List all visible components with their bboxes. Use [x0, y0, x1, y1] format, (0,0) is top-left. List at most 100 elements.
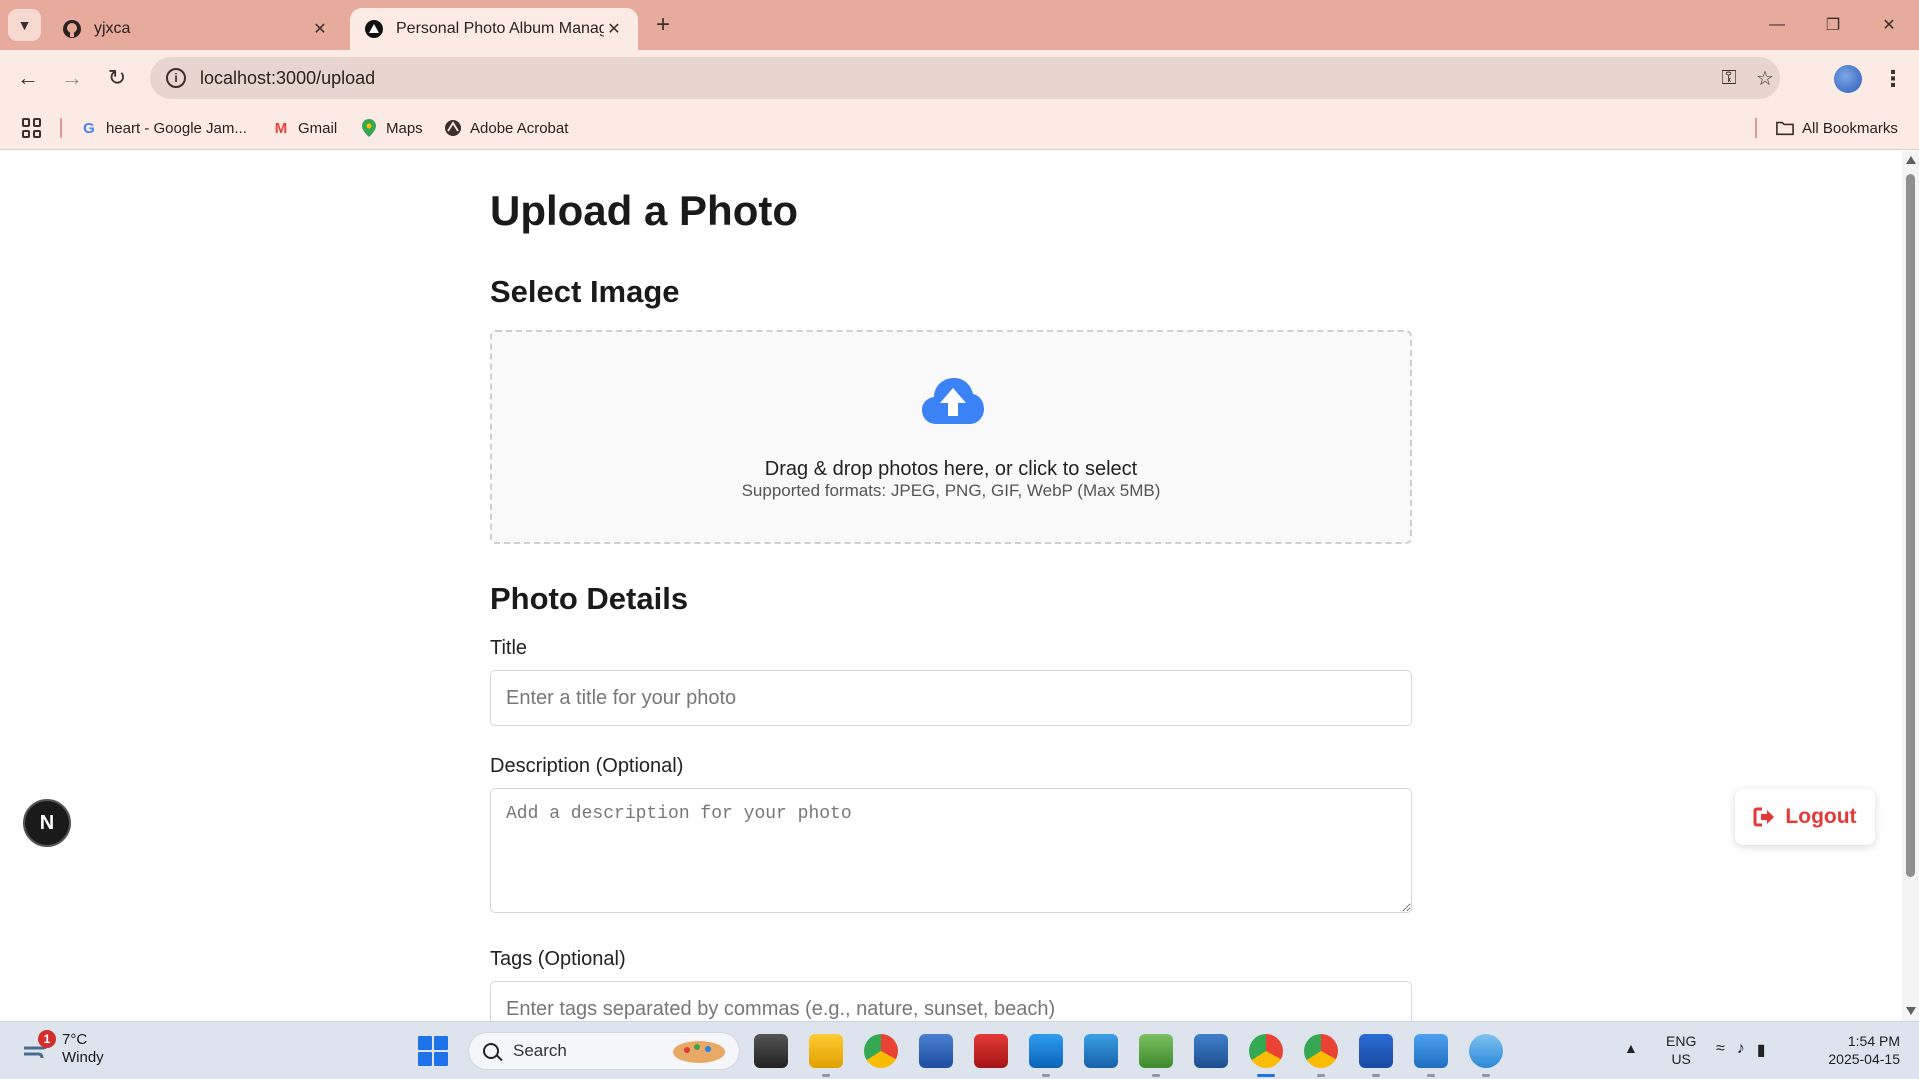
info-icon[interactable]: i — [166, 68, 186, 88]
windows-taskbar: 1 7°C Windy Search ▲ ENG US ≈ ♪ ▮ 1:54 P… — [0, 1021, 1919, 1079]
star-icon[interactable]: ☆ — [1750, 57, 1780, 99]
acrobat-app-icon[interactable] — [974, 1034, 1008, 1068]
chrome-profile-icon[interactable] — [1304, 1034, 1338, 1068]
search-icon — [483, 1043, 499, 1059]
maps-icon — [360, 119, 378, 137]
folder-icon — [1776, 119, 1794, 137]
chrome-active-icon[interactable] — [1249, 1034, 1283, 1068]
page-viewport: Upload a Photo Select Image Drag & drop … — [0, 151, 1919, 1021]
dropzone-formats: Supported formats: JPEG, PNG, GIF, WebP … — [741, 481, 1161, 500]
tab-photo-album[interactable]: Personal Photo Album Manager ✕ — [350, 8, 638, 50]
search-label: Search — [513, 1041, 567, 1060]
key-icon[interactable]: ⚿ — [1714, 57, 1744, 99]
weather-alert-badge: 1 — [38, 1030, 56, 1048]
cloud-upload-icon — [922, 378, 984, 424]
network-app-icon[interactable] — [919, 1034, 953, 1068]
tray-chevron-up-icon[interactable]: ▲ — [1624, 1040, 1638, 1056]
close-icon[interactable]: ✕ — [310, 19, 330, 39]
browser-toolbar: ← → ↻ i localhost:3000/upload ⚿ ☆ ⋮ — [0, 50, 1919, 106]
weather-temp: 7°C — [62, 1031, 88, 1048]
bookmarks-separator — [1755, 118, 1757, 138]
tab-search-button[interactable]: ▼ — [8, 9, 41, 41]
task-view-icon[interactable] — [754, 1034, 788, 1068]
tab-strip: ▼ yjxca ✕ Personal Photo Album Manager ✕… — [0, 0, 1919, 50]
image-dropzone[interactable]: Drag & drop photos here, or click to sel… — [490, 330, 1412, 544]
tags-input[interactable] — [490, 981, 1412, 1021]
description-textarea[interactable] — [490, 788, 1412, 913]
battery-icon[interactable]: ▮ — [1757, 1040, 1766, 1060]
file-explorer-icon[interactable] — [809, 1034, 843, 1068]
photo-details-heading: Photo Details — [490, 581, 689, 616]
chrome-icon[interactable] — [864, 1034, 898, 1068]
image-editor-icon[interactable] — [1139, 1034, 1173, 1068]
description-label: Description (Optional) — [490, 755, 684, 777]
menu-icon[interactable]: ⋮ — [1880, 64, 1906, 94]
bookmarks-bar: G heart - Google Jam... M Gmail Maps Ado… — [0, 106, 1919, 150]
weather-desc: Windy — [62, 1049, 104, 1066]
scroll-down-icon[interactable] — [1906, 1007, 1916, 1015]
wind-icon: 1 — [22, 1030, 56, 1062]
page-title: Upload a Photo — [490, 187, 798, 234]
tab-title: Personal Photo Album Manager — [396, 20, 604, 37]
bookmark-label: Gmail — [298, 119, 338, 137]
volume-icon[interactable]: ♪ — [1737, 1040, 1745, 1060]
close-window-button[interactable]: ✕ — [1866, 10, 1912, 40]
logout-icon — [1753, 807, 1775, 827]
url-text[interactable]: localhost:3000/upload — [200, 68, 375, 89]
wifi-icon[interactable]: ≈ — [1716, 1040, 1725, 1060]
bookmark-maps[interactable]: Maps — [360, 116, 423, 140]
bookmark-label: Adobe Acrobat — [470, 119, 569, 137]
visual-studio-icon[interactable] — [1194, 1034, 1228, 1068]
notepad-icon[interactable] — [1414, 1034, 1448, 1068]
tags-label: Tags (Optional) — [490, 948, 626, 970]
minimize-icon: — — [1769, 16, 1785, 33]
dropzone-instructions: Drag & drop photos here, or click to sel… — [764, 458, 1138, 480]
system-clock[interactable]: 1:54 PM 2025-04-15 — [1812, 1032, 1900, 1068]
page-scrollbar[interactable] — [1902, 151, 1919, 1021]
new-tab-button[interactable]: + — [650, 11, 676, 38]
restore-icon: ❐ — [1825, 17, 1841, 34]
arrow-left-icon: ← — [17, 65, 39, 90]
title-label: Title — [490, 637, 528, 659]
language-indicator[interactable]: ENG US — [1666, 1032, 1696, 1068]
tab-github[interactable]: yjxca ✕ — [48, 8, 344, 50]
bookmark-gmail[interactable]: M Gmail — [272, 116, 337, 140]
word-icon[interactable] — [1359, 1034, 1393, 1068]
reload-button[interactable]: ↻ — [99, 60, 135, 96]
select-image-heading: Select Image — [490, 274, 680, 309]
bookmark-heart[interactable]: G heart - Google Jam... — [80, 116, 247, 140]
forward-button[interactable]: → — [54, 60, 90, 96]
weather-widget[interactable]: 1 7°C Windy — [22, 1030, 104, 1067]
vscode-icon[interactable] — [1029, 1034, 1063, 1068]
bookmark-label: All Bookmarks — [1802, 119, 1898, 137]
tab-title: yjxca — [94, 20, 131, 37]
acrobat-icon — [444, 119, 462, 137]
plus-icon: + — [655, 11, 670, 38]
paint-icon[interactable] — [1469, 1034, 1503, 1068]
windows-start-icon[interactable] — [418, 1036, 448, 1066]
restore-button[interactable]: ❐ — [1810, 10, 1856, 40]
address-bar[interactable]: i localhost:3000/upload ⚿ ☆ — [150, 57, 1780, 99]
clock-date: 2025-04-15 — [1828, 1051, 1900, 1067]
paint-palette-icon — [673, 1041, 725, 1063]
all-bookmarks[interactable]: All Bookmarks — [1776, 116, 1898, 140]
bookmark-label: Maps — [386, 119, 423, 137]
profile-avatar[interactable] — [1834, 65, 1862, 93]
system-tray[interactable]: ≈ ♪ ▮ — [1716, 1040, 1766, 1060]
title-input[interactable] — [490, 670, 1412, 726]
minimize-button[interactable]: — — [1754, 10, 1800, 40]
logout-label: Logout — [1785, 805, 1857, 828]
gmail-icon: M — [274, 119, 288, 137]
back-button[interactable]: ← — [10, 60, 46, 96]
taskbar-search[interactable]: Search — [468, 1032, 740, 1070]
scroll-thumb[interactable] — [1906, 174, 1915, 877]
scroll-up-icon[interactable] — [1906, 156, 1916, 164]
apps-icon[interactable] — [22, 118, 42, 138]
clock-time: 1:54 PM — [1847, 1033, 1900, 1049]
nextjs-dev-badge[interactable]: N — [23, 799, 71, 847]
bookmark-acrobat[interactable]: Adobe Acrobat — [444, 116, 568, 140]
logout-button[interactable]: Logout — [1735, 789, 1875, 845]
badge-letter: N — [39, 811, 55, 834]
close-icon[interactable]: ✕ — [604, 19, 624, 39]
azure-icon[interactable] — [1084, 1034, 1118, 1068]
